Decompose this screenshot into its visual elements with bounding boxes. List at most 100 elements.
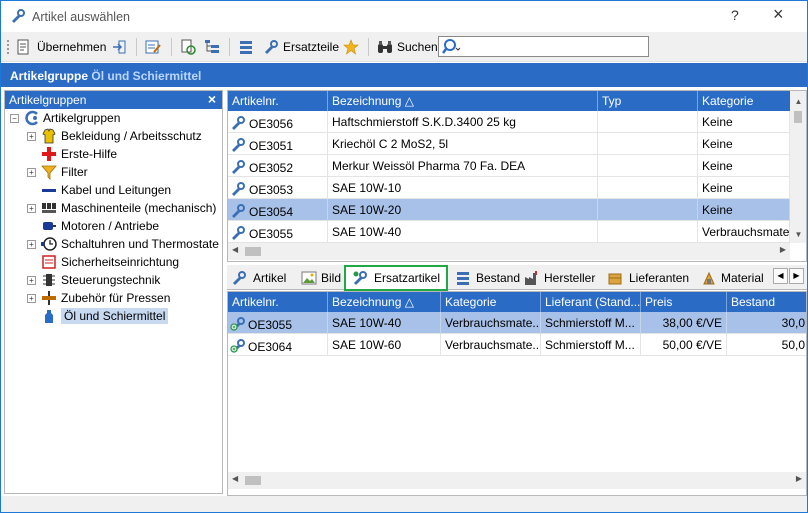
col-header-preis[interactable]: Preis — [641, 292, 727, 312]
export-icon — [113, 40, 126, 54]
tab-scroll-left-button[interactable]: ◀ — [773, 268, 788, 284]
cell-kategorie: Verbrauchsmate... — [441, 312, 541, 334]
tree-item[interactable]: Motoren / Antriebe — [41, 217, 159, 235]
tree-view-button[interactable] — [204, 36, 220, 58]
tree-expand-toggle[interactable]: + — [27, 276, 36, 285]
tree-item[interactable]: Maschinenteile (mechanisch) — [41, 199, 216, 217]
table-row[interactable]: OE3055 SAE 10W-40 Verbrauchsmate... — [228, 221, 790, 243]
tab-ersatzartikel[interactable]: Ersatzartikel — [344, 265, 449, 291]
tree-item[interactable]: Kabel und Leitungen — [41, 181, 171, 199]
press-accessory-icon — [42, 291, 56, 305]
table-row[interactable]: OE3056 Haftschmierstoff S.K.D.3400 25 kg K… — [228, 111, 790, 133]
cell-artikelnr-text: OE3055 — [249, 227, 294, 241]
tab-bestand-label: Bestand — [476, 271, 521, 285]
tree-expand-toggle[interactable]: + — [27, 204, 36, 213]
tab-bestand[interactable]: Bestand — [455, 267, 520, 289]
table-row[interactable]: OE3051 Kriechöl C 2 MoS2, 5l Keine — [228, 133, 790, 155]
tab-bild[interactable]: Bild — [301, 267, 341, 289]
table-row[interactable]: OE3052 Merkur Weissöl Pharma 70 Fa. DEA Ke… — [228, 155, 790, 177]
list-button[interactable] — [238, 36, 254, 58]
close-button[interactable]: × — [773, 4, 784, 25]
edit-button[interactable] — [145, 36, 161, 58]
col-header-bestand[interactable]: Bestand — [727, 292, 806, 312]
cell-typ — [598, 133, 698, 155]
spare-article-icon — [230, 339, 245, 353]
table-row[interactable]: OE3054 SAE 10W-20 Keine — [228, 199, 790, 221]
tab-hersteller[interactable]: Hersteller — [524, 267, 595, 289]
tab-lieferanten[interactable]: Lieferanten — [607, 267, 689, 289]
cable-icon — [42, 189, 56, 192]
table-row[interactable]: OE3064 SAE 10W-60 Verbrauchsmate... Schmier… — [228, 334, 806, 356]
banner-prefix: Artikelgruppe — [10, 69, 89, 83]
tab-ersatzartikel-label: Ersatzartikel — [374, 271, 441, 285]
toolbar: Übernehmen Ersatzteile Suchen — [1, 32, 807, 62]
toolbar-separator — [368, 38, 369, 56]
timer-icon — [41, 237, 57, 251]
cell-bestand: 30,0 — [727, 312, 806, 334]
scroll-thumb[interactable] — [245, 476, 261, 485]
cell-artikelnr: OE3052 — [228, 155, 328, 177]
col-header-artikelnr[interactable]: Artikelnr. — [228, 292, 328, 312]
col-header-bezeichnung[interactable]: Bezeichnung △ — [328, 91, 598, 111]
articles-grid-header: Artikelnr. Bezeichnung △ Typ Kategorie — [228, 91, 791, 111]
tree-item[interactable]: Öl und Schiermittel — [41, 307, 169, 325]
refresh-button[interactable] — [180, 36, 196, 58]
spare-article-icon — [230, 317, 245, 331]
manufacturer-icon — [525, 271, 537, 285]
tree-item[interactable]: Zubehör für Pressen — [41, 289, 170, 307]
tree-item[interactable]: Bekleidung / Arbeitsschutz — [41, 127, 202, 145]
tree-item[interactable]: Filter — [41, 163, 88, 181]
col-header-kategorie[interactable]: Kategorie — [441, 292, 541, 312]
articles-horizontal-scrollbar[interactable]: ◀ ▶ — [228, 243, 790, 260]
image-icon — [301, 271, 317, 285]
articles-vertical-scrollbar[interactable]: ▲ ▼ — [790, 91, 806, 243]
table-row[interactable]: OE3053 SAE 10W-10 Keine — [228, 177, 790, 199]
export-button[interactable] — [111, 36, 127, 58]
cell-artikelnr-text: OE3054 — [249, 205, 294, 219]
tree-expand-toggle[interactable]: + — [27, 240, 36, 249]
search-button[interactable]: Suchen — [377, 36, 438, 58]
magnifier-icon — [442, 39, 461, 54]
col-header-artikelnr[interactable]: Artikelnr. — [228, 91, 328, 111]
cell-bezeichnung: SAE 10W-40 — [328, 312, 441, 334]
cell-typ — [598, 221, 698, 243]
help-button[interactable]: ? — [731, 7, 739, 23]
tree-expand-toggle[interactable]: + — [27, 168, 36, 177]
tree-item[interactable]: Erste-Hilfe — [41, 145, 117, 163]
tree-pane-close-button[interactable]: × — [208, 91, 216, 107]
spare-parts-button[interactable]: Ersatzteile — [263, 36, 339, 58]
tree-item[interactable]: Schaltuhren und Thermostate — [41, 235, 219, 253]
tree-root[interactable]: Artikelgruppen — [23, 109, 120, 127]
tree-expand-toggle[interactable]: + — [27, 294, 36, 303]
tab-material[interactable]: Material — [701, 267, 764, 289]
spare-horizontal-scrollbar[interactable]: ◀ ▶ — [228, 472, 806, 489]
col-header-kategorie[interactable]: Kategorie — [698, 91, 791, 111]
col-header-bezeichnung[interactable]: Bezeichnung △ — [328, 292, 441, 312]
tree-expand-toggle[interactable]: + — [27, 132, 36, 141]
cell-kategorie: Keine — [698, 133, 790, 155]
col-header-typ[interactable]: Typ — [598, 91, 698, 111]
spare-article-icon — [353, 271, 367, 285]
tree-item[interactable]: Steuerungstechnik — [41, 271, 160, 289]
scroll-thumb[interactable] — [794, 111, 802, 123]
scroll-thumb[interactable] — [245, 247, 261, 256]
favorite-button[interactable] — [343, 36, 359, 58]
sort-asc-icon: △ — [404, 94, 414, 108]
tree-item[interactable]: Sicherheitseinrichtung — [41, 253, 179, 271]
search-input[interactable] — [438, 36, 649, 57]
tree-item-label: Schaltuhren und Thermostate — [61, 237, 219, 251]
tab-artikel[interactable]: Artikel — [231, 267, 286, 289]
cell-artikelnr-text: OE3051 — [249, 139, 294, 153]
tree-pane-title: Artikelgruppen — [9, 93, 87, 107]
tree-item-label: Maschinenteile (mechanisch) — [61, 201, 217, 215]
col-header-lieferant[interactable]: Lieferant (Stand... — [541, 292, 641, 312]
accept-button[interactable]: Übernehmen — [15, 36, 106, 58]
tree-collapse-toggle[interactable]: − — [10, 114, 19, 123]
cell-bezeichnung: SAE 10W-10 — [328, 177, 598, 199]
first-aid-icon — [42, 147, 56, 161]
tab-scroll-right-button[interactable]: ▶ — [789, 268, 804, 284]
article-icon — [232, 182, 245, 196]
table-row[interactable]: OE3055 SAE 10W-40 Verbrauchsmate... Schmier… — [228, 312, 806, 334]
cell-artikelnr: OE3055 — [228, 312, 328, 334]
cell-artikelnr: OE3055 — [228, 221, 328, 243]
